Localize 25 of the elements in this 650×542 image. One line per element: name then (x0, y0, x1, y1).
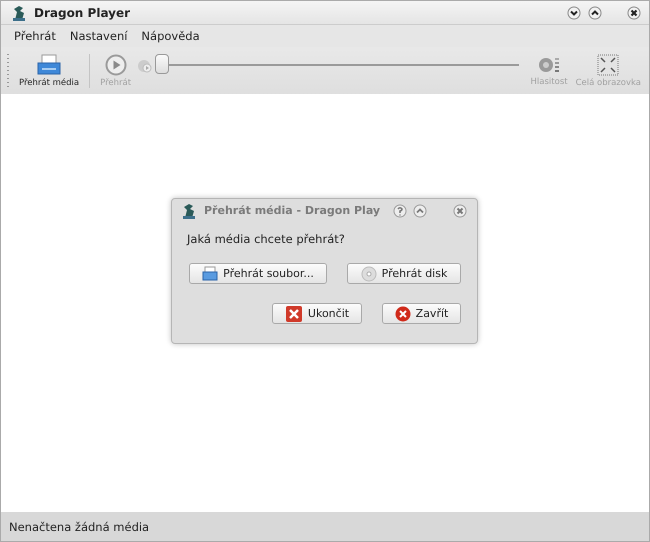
toolbar-button[interactable]: Přehrát média (15, 48, 84, 92)
seek-icon (137, 57, 154, 73)
menu-item[interactable]: Nastavení (62, 29, 134, 43)
status-text: Nenačtena žádná média (1, 512, 649, 541)
dialog-button[interactable]: Ukončit (272, 303, 362, 324)
expand-icon (597, 54, 620, 76)
slider-thumb[interactable] (155, 54, 170, 74)
window-title: Dragon Player (34, 6, 130, 20)
printer-icon (202, 266, 218, 281)
maximize-button[interactable] (588, 6, 602, 20)
close-button[interactable] (627, 6, 641, 20)
minimize-button[interactable] (567, 6, 581, 20)
dialog-button[interactable]: Přehrát disk (347, 263, 461, 284)
play-icon (104, 54, 127, 76)
dialog-message: Jaká média chcete přehrát? (187, 232, 346, 246)
menu-item[interactable]: Nápověda (134, 29, 207, 43)
help-button[interactable] (393, 204, 407, 218)
dialog-button[interactable]: Přehrát soubor... (189, 263, 327, 284)
disc-icon (360, 266, 377, 282)
quit-icon (284, 304, 303, 322)
dialog-title: Přehrát média - Dragon Play (204, 204, 380, 217)
printer-icon (36, 54, 62, 76)
close-icon (394, 306, 411, 322)
menu-item[interactable]: Přehrát (7, 29, 63, 43)
dialog-button[interactable]: Zavřít (382, 303, 461, 324)
